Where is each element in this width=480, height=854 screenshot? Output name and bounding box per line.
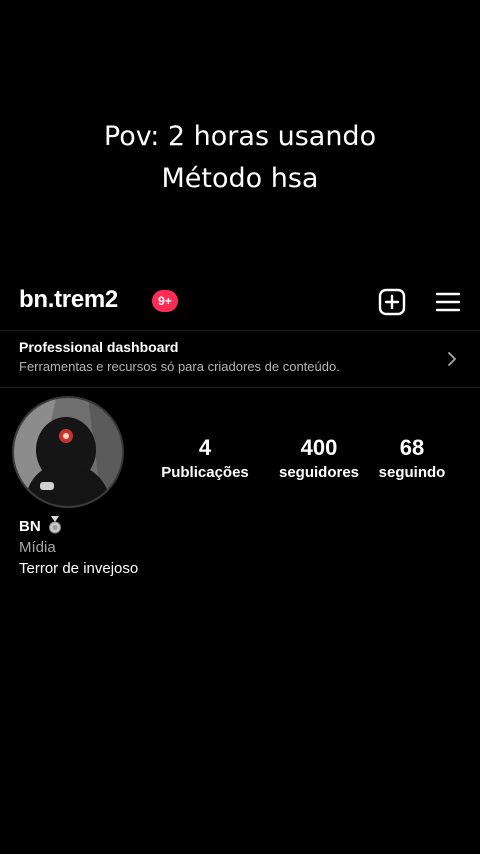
followers-count[interactable]: 400 seguidores bbox=[266, 434, 372, 484]
following-value: 68 bbox=[399, 435, 425, 460]
story-caption: Pov: 2 horas usando Método hsa bbox=[0, 116, 480, 200]
caption-line-2: Método hsa bbox=[161, 163, 319, 194]
profile-category: Mídia bbox=[19, 539, 56, 556]
caption-line-1: Pov: 2 horas usando bbox=[103, 121, 377, 152]
chevron-right-icon bbox=[448, 352, 456, 366]
profile-header: bn.trem2 9+ bbox=[0, 280, 480, 322]
posts-count[interactable]: 4 Publicações bbox=[150, 434, 260, 484]
following-count[interactable]: 68 seguindo bbox=[372, 434, 452, 484]
professional-dashboard-title: Professional dashboard bbox=[19, 339, 179, 355]
profile-bio: Terror de invejoso bbox=[19, 560, 139, 577]
plus-square-icon[interactable] bbox=[378, 288, 406, 316]
medal-icon bbox=[48, 516, 61, 534]
divider bbox=[0, 387, 480, 388]
posts-label: Publicações bbox=[161, 464, 249, 481]
followers-label: seguidores bbox=[278, 464, 360, 481]
followers-value: 400 bbox=[300, 435, 338, 460]
profile-name-text: BN bbox=[19, 518, 41, 535]
avatar-image bbox=[14, 398, 122, 506]
username-switcher[interactable]: bn.trem2 bbox=[19, 286, 118, 314]
professional-dashboard-link[interactable]: Professional dashboard Ferramentas e rec… bbox=[0, 331, 480, 387]
profile-name: BN bbox=[19, 516, 62, 537]
notification-badge: 9+ bbox=[152, 290, 178, 312]
hamburger-menu-icon[interactable] bbox=[434, 288, 462, 316]
profile-avatar[interactable] bbox=[12, 396, 124, 508]
professional-dashboard-subtitle: Ferramentas e recursos só para criadores… bbox=[19, 359, 340, 374]
posts-value: 4 bbox=[198, 435, 212, 460]
following-label: seguindo bbox=[378, 464, 446, 481]
